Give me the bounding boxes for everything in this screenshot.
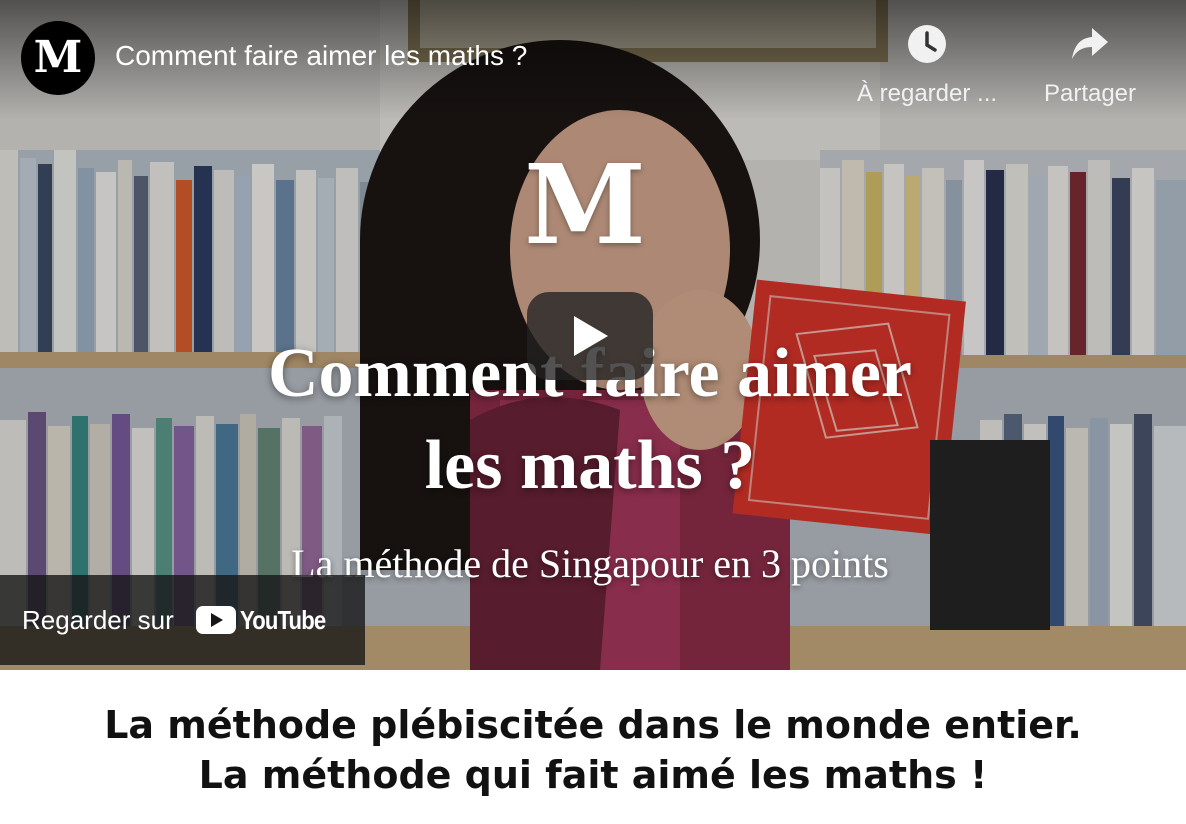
video-title-link[interactable]: Comment faire aimer les maths ? [115, 40, 527, 72]
watch-on-youtube-button[interactable]: Regarder sur YouTube [0, 575, 365, 665]
share-arrow-icon [1068, 22, 1112, 66]
watch-later-button[interactable]: À regarder ... [852, 22, 1002, 108]
watch-later-label: À regarder ... [856, 80, 998, 107]
watch-on-label: Regarder sur [22, 604, 174, 635]
caption-line1: La méthode plébiscitée dans le monde ent… [104, 703, 1082, 747]
share-label: Partager [1043, 80, 1137, 107]
video-player[interactable]: M Comment faire aimer les maths ? La mét… [0, 0, 1186, 670]
caption-line2: La méthode qui fait aimé les maths ! [198, 753, 988, 797]
page: M Comment faire aimer les maths ? La mét… [0, 0, 1186, 824]
clock-icon [905, 22, 949, 66]
thumbnail-title-line2: les maths ? [424, 427, 756, 504]
thumbnail-logo: M [524, 140, 646, 269]
channel-avatar[interactable]: M [21, 21, 95, 95]
share-button[interactable]: Partager [1030, 22, 1150, 108]
caption: La méthode plébiscitée dans le monde ent… [0, 700, 1186, 800]
youtube-play-icon [195, 606, 236, 634]
play-button[interactable] [527, 292, 653, 380]
play-icon [574, 316, 608, 356]
youtube-wordmark: YouTube [239, 604, 326, 635]
youtube-logo: YouTube [195, 604, 340, 636]
